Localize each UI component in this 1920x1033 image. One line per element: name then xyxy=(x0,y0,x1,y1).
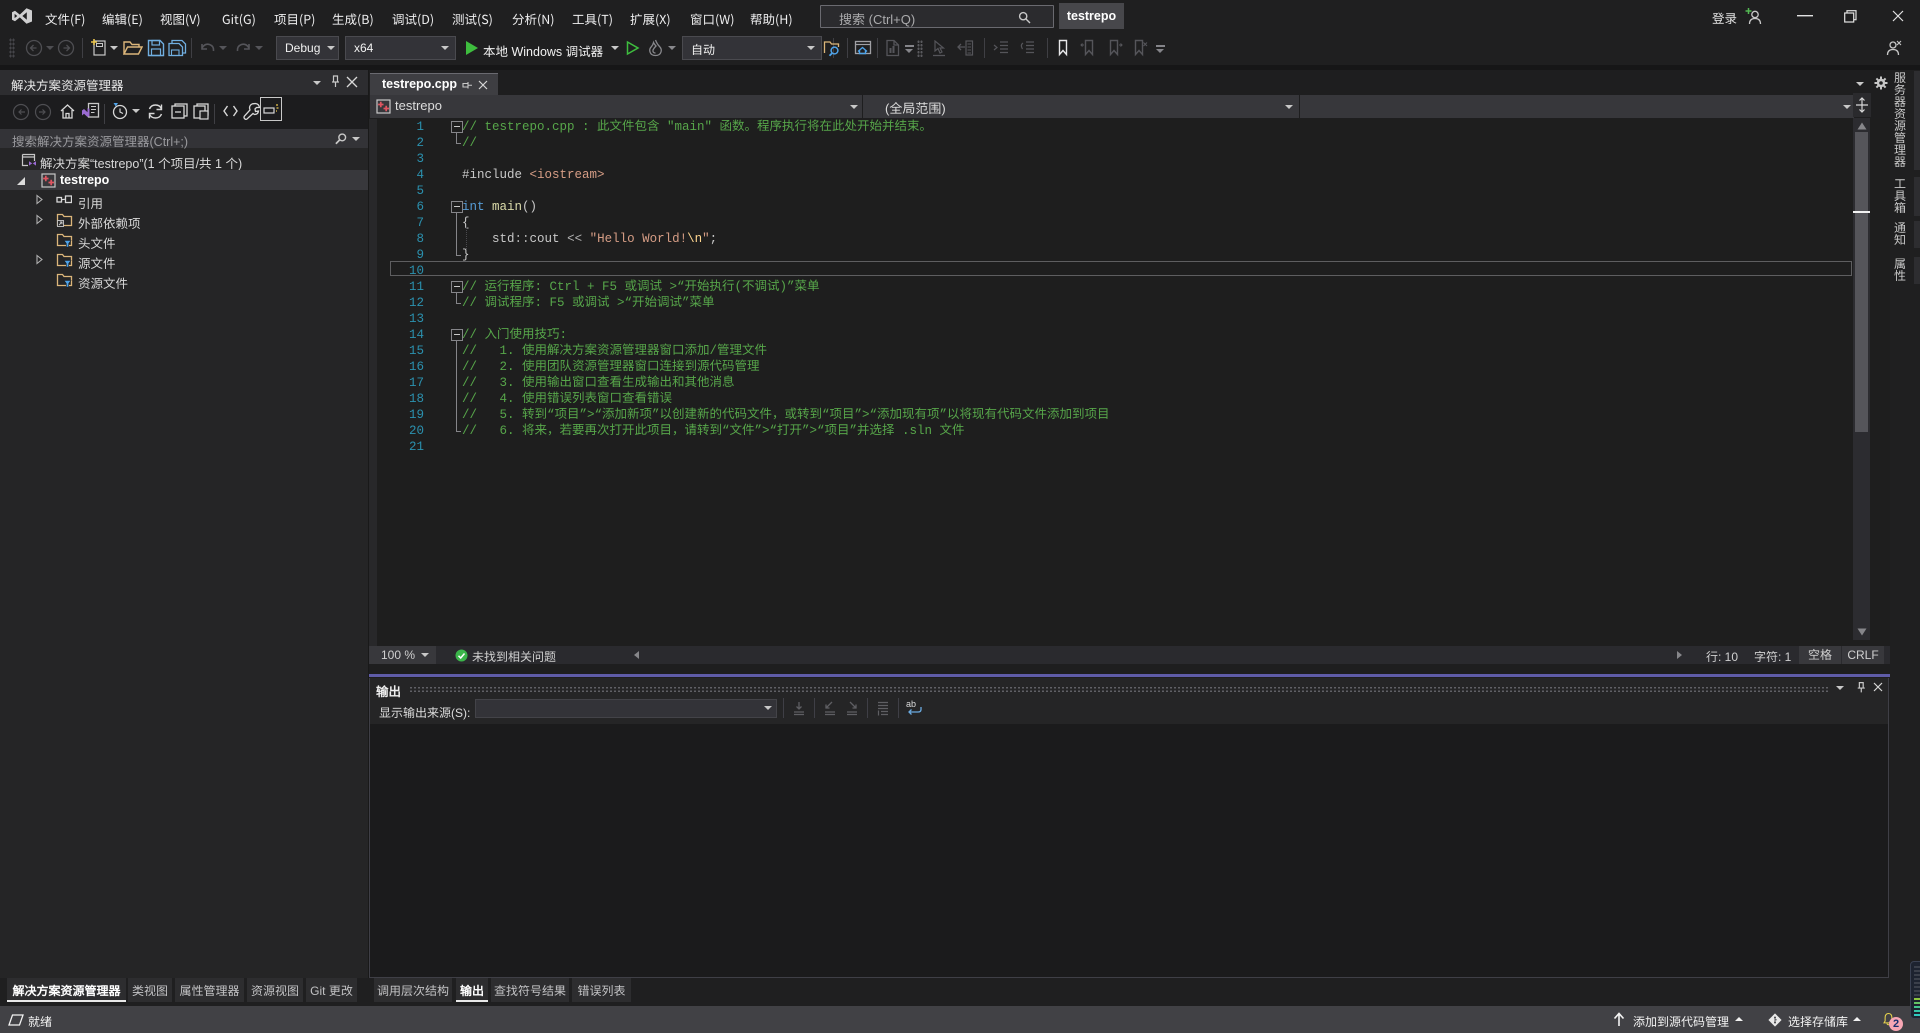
svg-text:ab: ab xyxy=(906,699,916,709)
